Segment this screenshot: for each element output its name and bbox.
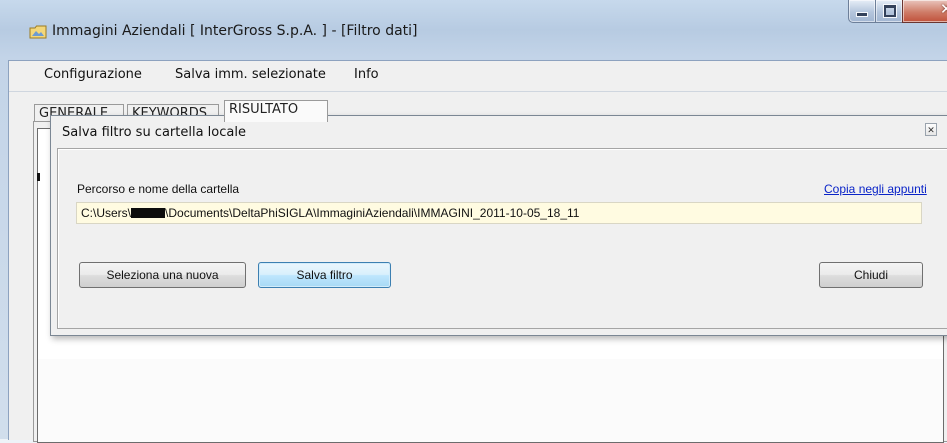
copy-to-clipboard-link[interactable]: Copia negli appunti: [824, 182, 927, 196]
list-empty-area: [38, 359, 943, 442]
close-button[interactable]: Chiudi: [819, 262, 923, 288]
menu-separator: [9, 91, 947, 92]
minimize-icon: [857, 13, 867, 16]
dialog-title: Salva filtro su cartella locale: [62, 125, 246, 140]
save-filter-dialog: Salva filtro su cartella locale ✕ Percor…: [50, 115, 947, 336]
close-icon: ✕: [927, 125, 935, 135]
select-new-folder-button[interactable]: Seleziona una nuova: [79, 262, 246, 288]
minimize-button[interactable]: [848, 0, 876, 23]
window-title: Immagini Aziendali [ InterGross S.p.A. ]…: [52, 23, 418, 39]
path-prefix: C:\Users\: [81, 206, 132, 220]
menu-configurazione[interactable]: Configurazione: [44, 67, 142, 82]
menu-info[interactable]: Info: [354, 67, 379, 82]
window-close-button[interactable]: ✕: [902, 0, 947, 23]
save-filter-button[interactable]: Salva filtro: [258, 262, 391, 288]
folder-path-field[interactable]: C:\Users\ \Documents\DeltaPhiSIGLA\Immagi…: [76, 202, 922, 224]
row-pointer: [37, 173, 40, 181]
dialog-group-box: Percorso e nome della cartella Copia neg…: [57, 148, 947, 329]
folder-image-icon: [29, 25, 47, 39]
maximize-icon: [884, 5, 896, 17]
menu-bar: Configurazione Salva imm. selezionate In…: [9, 61, 947, 91]
maximize-button[interactable]: [875, 0, 903, 23]
close-icon: ✕: [940, 0, 947, 18]
menu-salva-immagini[interactable]: Salva imm. selezionate: [175, 67, 326, 82]
path-label: Percorso e nome della cartella: [77, 182, 240, 196]
title-bar[interactable]: Immagini Aziendali [ InterGross S.p.A. ]…: [0, 0, 947, 60]
path-suffix: \Documents\DeltaPhiSIGLA\ImmaginiAzienda…: [165, 206, 580, 220]
redacted-username: [131, 208, 166, 218]
dialog-close-button[interactable]: ✕: [925, 123, 937, 136]
tab-risultato[interactable]: RISULTATO: [224, 100, 328, 122]
